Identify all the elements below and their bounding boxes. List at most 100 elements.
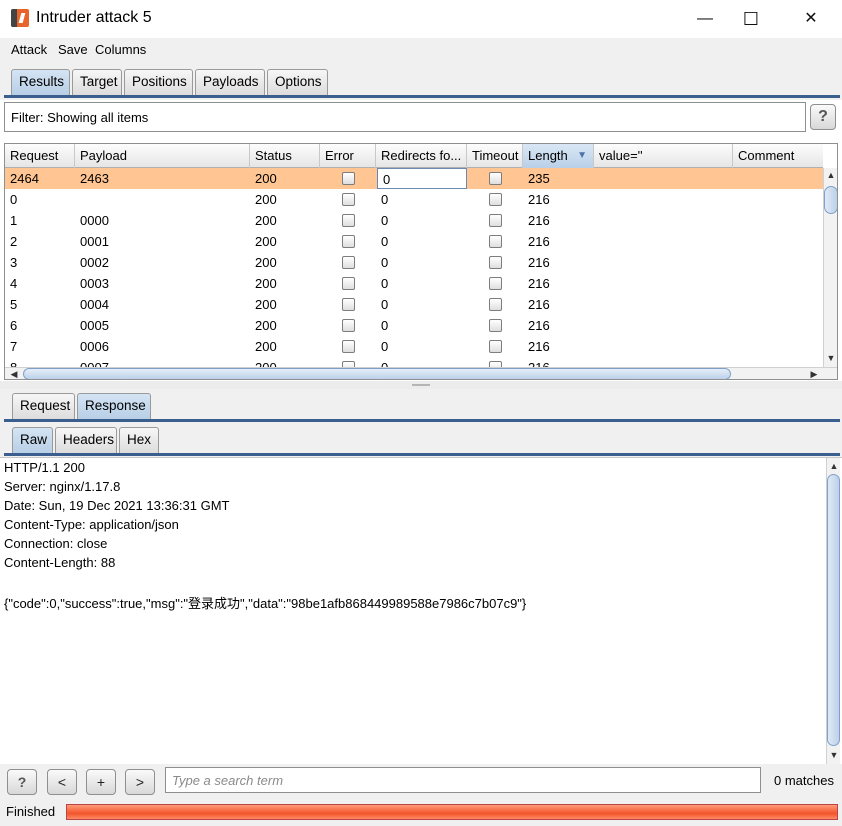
column-status[interactable]: Status: [250, 144, 320, 168]
cell-redirects: 0: [381, 276, 389, 291]
minimize-icon[interactable]: —: [682, 5, 728, 33]
column-value[interactable]: value='': [594, 144, 733, 168]
error-checkbox[interactable]: [342, 193, 355, 206]
tab-underline: [4, 95, 840, 98]
help-button[interactable]: ?: [810, 104, 836, 130]
table-row[interactable]: 6 0005 200 0 216: [5, 315, 823, 336]
error-checkbox[interactable]: [342, 256, 355, 269]
menu-columns[interactable]: Columns: [95, 42, 146, 57]
cell-payload: 0004: [80, 297, 109, 312]
column-error[interactable]: Error: [320, 144, 376, 168]
tab-results[interactable]: Results: [11, 69, 70, 95]
table-horizontal-scrollbar[interactable]: ◀ ▶: [5, 367, 837, 379]
tab-positions[interactable]: Positions: [124, 69, 193, 95]
window-title: Intruder attack 5: [36, 9, 152, 26]
tab-raw[interactable]: Raw: [12, 427, 53, 453]
tab-response[interactable]: Response: [77, 393, 151, 419]
timeout-checkbox[interactable]: [489, 172, 502, 185]
response-viewer[interactable]: HTTP/1.1 200 Server: nginx/1.17.8 Date: …: [0, 457, 842, 764]
timeout-checkbox[interactable]: [489, 340, 502, 353]
table-vertical-scrollbar[interactable]: ▲ ▼: [823, 168, 837, 367]
table-row[interactable]: 7 0006 200 0 216: [5, 336, 823, 357]
cell-payload: 0005: [80, 318, 109, 333]
timeout-checkbox[interactable]: [489, 277, 502, 290]
splitter-grip[interactable]: [412, 384, 430, 386]
tab-request[interactable]: Request: [12, 393, 75, 419]
error-checkbox[interactable]: [342, 235, 355, 248]
table-row[interactable]: 0 200 0 216: [5, 189, 823, 210]
close-icon[interactable]: ✕: [788, 5, 834, 33]
cell-request: 2464: [10, 171, 39, 186]
column-payload[interactable]: Payload: [75, 144, 250, 168]
table-row[interactable]: 5 0004 200 0 216: [5, 294, 823, 315]
column-comment[interactable]: Comment: [733, 144, 823, 168]
table-row[interactable]: 2464 2463 200 0 235: [5, 168, 823, 189]
table-vscroll-thumb[interactable]: [824, 186, 837, 214]
error-checkbox[interactable]: [342, 319, 355, 332]
error-checkbox[interactable]: [342, 298, 355, 311]
cell-status: 200: [250, 357, 320, 367]
timeout-checkbox[interactable]: [489, 235, 502, 248]
status-text: Finished: [6, 804, 56, 819]
cell-request: 2: [10, 234, 18, 249]
menu-save[interactable]: Save: [58, 42, 88, 57]
progress-fill: [67, 805, 837, 819]
search-add-button[interactable]: +: [86, 769, 116, 795]
timeout-checkbox[interactable]: [489, 193, 502, 206]
filter-bar[interactable]: Filter: Showing all items: [4, 102, 806, 132]
response-line: Date: Sun, 19 Dec 2021 13:36:31 GMT: [4, 498, 230, 513]
column-redirects[interactable]: Redirects fo...: [376, 144, 467, 168]
table-row[interactable]: 2 0001 200 0 216: [5, 231, 823, 252]
tab-options[interactable]: Options: [267, 69, 328, 95]
scroll-down-icon[interactable]: ▼: [824, 351, 837, 365]
column-timeout[interactable]: Timeout: [467, 144, 523, 168]
table-row[interactable]: 3 0002 200 0 216: [5, 252, 823, 273]
cell-redirects: 0: [381, 318, 389, 333]
title-bar: Intruder attack 5 — ☐ ✕: [0, 0, 842, 38]
response-vscroll-thumb[interactable]: [827, 474, 840, 746]
timeout-checkbox[interactable]: [489, 256, 502, 269]
table-row[interactable]: 1 0000 200 0 216: [5, 210, 823, 231]
error-checkbox[interactable]: [342, 172, 355, 185]
tab-payloads[interactable]: Payloads: [195, 69, 265, 95]
cell-request: 4: [10, 276, 18, 291]
response-scroll-up-icon[interactable]: ▲: [827, 459, 841, 473]
error-checkbox[interactable]: [342, 214, 355, 227]
pane-splitter[interactable]: [0, 381, 842, 389]
search-next-button[interactable]: >: [125, 769, 155, 795]
cell-redirects: 0: [376, 357, 467, 367]
cell-request: 7: [10, 339, 18, 354]
timeout-checkbox[interactable]: [489, 298, 502, 311]
error-checkbox[interactable]: [342, 340, 355, 353]
timeout-checkbox[interactable]: [489, 319, 502, 332]
view-tab-underline: [4, 453, 840, 456]
timeout-checkbox[interactable]: [489, 214, 502, 227]
scroll-up-icon[interactable]: ▲: [824, 168, 837, 182]
table-row[interactable]: 4 0003 200 0 216: [5, 273, 823, 294]
column-request[interactable]: Request: [5, 144, 75, 168]
search-help-button[interactable]: ?: [7, 769, 37, 795]
cell-status: 200: [255, 297, 277, 312]
scroll-right-icon[interactable]: ▶: [807, 367, 821, 379]
search-prev-button[interactable]: <: [47, 769, 77, 795]
scroll-left-icon[interactable]: ◀: [7, 367, 21, 379]
column-length[interactable]: Length ▼: [523, 144, 594, 168]
tab-hex[interactable]: Hex: [119, 427, 159, 453]
cell-request: 0: [10, 192, 18, 207]
cell-length: 235: [528, 171, 550, 186]
table-hscroll-thumb[interactable]: [23, 368, 731, 379]
cell-length: 216: [528, 318, 550, 333]
table-row[interactable]: 80007200 0 216: [5, 357, 823, 367]
tab-target[interactable]: Target: [72, 69, 122, 95]
response-json-body: {"code":0,"success":true,"msg":"登录成功","d…: [4, 596, 527, 611]
menu-attack[interactable]: Attack: [11, 42, 47, 57]
status-bar: Finished: [0, 798, 842, 826]
maximize-icon[interactable]: ☐: [728, 5, 774, 33]
response-scroll-down-icon[interactable]: ▼: [827, 748, 841, 762]
response-vertical-scrollbar[interactable]: ▲ ▼: [826, 458, 840, 764]
cell-payload: 0001: [80, 234, 109, 249]
cell-status: 200: [255, 213, 277, 228]
tab-headers[interactable]: Headers: [55, 427, 117, 453]
search-input[interactable]: [165, 767, 761, 793]
error-checkbox[interactable]: [342, 277, 355, 290]
